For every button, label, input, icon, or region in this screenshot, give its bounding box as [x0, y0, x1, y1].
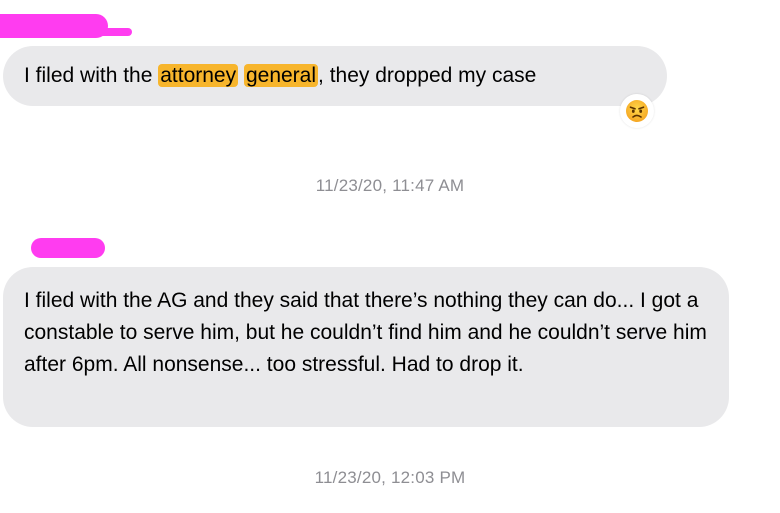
- highlighted-word-attorney[interactable]: attorney: [158, 64, 239, 87]
- message-timestamp: 11/23/20, 12:03 PM: [314, 468, 466, 487]
- highlighted-word-general[interactable]: general: [243, 64, 319, 87]
- message-1-text-part: I filed with the: [24, 64, 159, 87]
- message-timestamp: 11/23/20, 11:47 AM: [315, 176, 465, 195]
- angry-face-reaction-icon[interactable]: [620, 94, 654, 128]
- angry-face-icon: [626, 100, 648, 122]
- redacted-sender-name-tail: [60, 28, 132, 36]
- message-bubble-1[interactable]: I filed with the attorney general, they …: [3, 46, 667, 106]
- message-bubble-2[interactable]: I filed with the AG and they said that t…: [3, 267, 729, 427]
- message-1-text-part: , they dropped my case: [318, 64, 537, 87]
- message-2-text: I filed with the AG and they said that t…: [24, 289, 707, 376]
- redacted-sender-name: [31, 238, 105, 258]
